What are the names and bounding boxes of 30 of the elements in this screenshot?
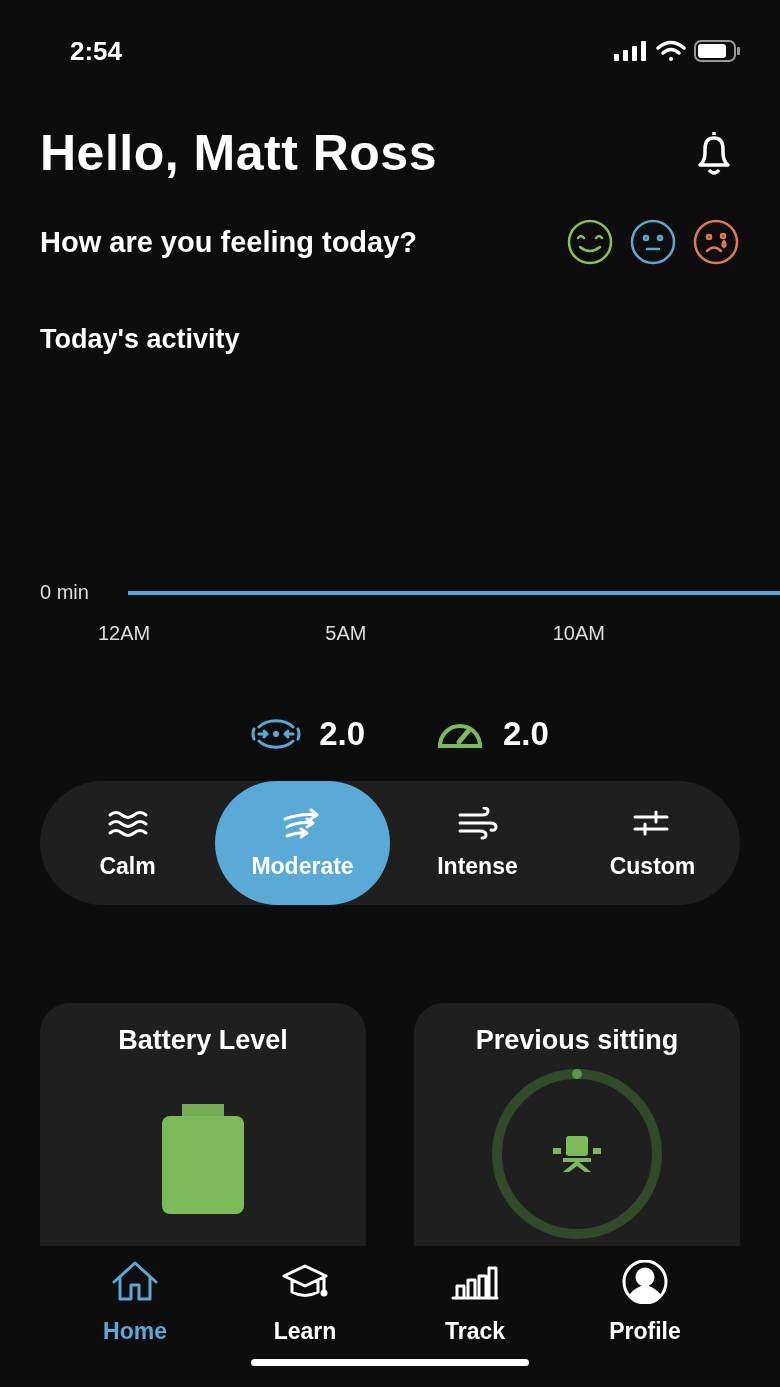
stat-value: 2.0 <box>319 715 365 753</box>
axis-label: 0 min <box>40 581 90 604</box>
mode-tab[interactable]: Custom <box>565 781 740 905</box>
axis-label: 10AM <box>552 622 606 645</box>
card-title: Battery Level <box>118 1025 288 1056</box>
wifi-icon <box>656 40 686 62</box>
stat-value: 2.0 <box>503 715 549 753</box>
greeting-title: Hello, Matt Ross <box>40 124 437 182</box>
mode-tab[interactable]: Intense <box>390 781 565 905</box>
axis-label: 12AM <box>98 622 152 645</box>
nav-tab[interactable]: Learn <box>220 1260 390 1345</box>
battery-level-icon <box>162 1104 244 1214</box>
signal-icon <box>614 41 648 61</box>
happy-face-icon[interactable] <box>566 218 614 266</box>
feeling-question: How are you feeling today? <box>40 225 418 259</box>
house-icon <box>111 1260 159 1304</box>
nav-tab[interactable]: Track <box>390 1260 560 1345</box>
battery-card[interactable]: Battery Level <box>40 1003 366 1246</box>
clock-time: 2:54 <box>70 35 123 67</box>
axis-label: 5AM <box>325 622 368 645</box>
nav-tab[interactable]: Profile <box>560 1260 730 1345</box>
card-title: Previous sitting <box>475 1025 679 1056</box>
battery-icon <box>694 40 742 62</box>
mode-tab[interactable]: Calm <box>40 781 215 905</box>
arrows-circle-icon <box>251 719 302 749</box>
activity-title: Today's activity <box>40 324 241 355</box>
nav-tab[interactable]: Home <box>50 1260 220 1345</box>
neutral-face-icon[interactable] <box>629 218 677 266</box>
sitting-card[interactable]: Previous sitting <box>414 1003 740 1246</box>
sad-face-icon[interactable] <box>692 218 740 266</box>
